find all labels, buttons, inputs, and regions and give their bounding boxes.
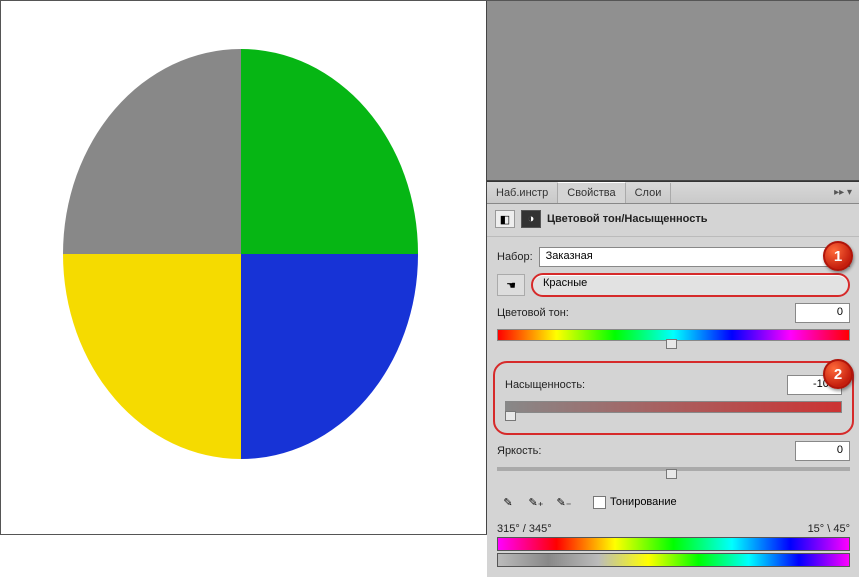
document-background (487, 1, 859, 181)
tab-layers[interactable]: Слои (626, 183, 672, 203)
panel-body: Набор: Заказная ☚ Красные Цветовой тон: … (487, 237, 859, 577)
range-readout: 315° / 345° 15° \ 45° (497, 523, 850, 535)
panel-header: ◧ ◑ Цветовой тон/Насыщенность (487, 204, 859, 237)
tab-tools[interactable]: Наб.инстр (487, 183, 558, 203)
spectrum-top[interactable] (497, 537, 850, 551)
eyedropper-add-icon[interactable]: ✎₊ (525, 491, 547, 513)
callout-2: 2 (823, 359, 853, 389)
colorize-label: Тонирование (610, 496, 677, 508)
range-right: 15° \ 45° (808, 523, 850, 535)
hue-input[interactable]: 0 (795, 303, 850, 323)
quarter-yellow (63, 254, 241, 459)
saturation-label: Насыщенность: (505, 379, 585, 391)
lightness-slider[interactable] (497, 467, 850, 481)
properties-panel: Наб.инстр Свойства Слои ▸▸ ▾ ◧ ◑ Цветово… (487, 181, 859, 577)
panel-tabs: Наб.инстр Свойства Слои ▸▸ ▾ (487, 182, 859, 204)
eyedropper-row: ✎ ✎₊ ✎₋ Тонирование (497, 491, 850, 513)
lightness-input[interactable]: 0 (795, 441, 850, 461)
saturation-group: Насыщенность: -100 (493, 361, 854, 435)
right-column: Наб.инстр Свойства Слои ▸▸ ▾ ◧ ◑ Цветово… (486, 1, 859, 534)
eyedropper-subtract-icon[interactable]: ✎₋ (553, 491, 575, 513)
colorize-option[interactable]: Тонирование (593, 496, 677, 509)
saturation-slider[interactable] (505, 401, 842, 423)
preset-dropdown[interactable]: Заказная (539, 247, 850, 267)
callout-1: 1 (823, 241, 853, 271)
quarter-gray (63, 49, 241, 254)
panel-menu-icon[interactable]: ▸▸ ▾ (826, 183, 859, 202)
preset-label: Набор: (497, 251, 533, 263)
adjustment-icon[interactable]: ◧ (495, 210, 515, 228)
targeted-adjust-icon[interactable]: ☚ (497, 274, 525, 296)
range-left: 315° / 345° (497, 523, 552, 535)
colorize-checkbox[interactable] (593, 496, 606, 509)
mask-icon[interactable]: ◑ (521, 210, 541, 228)
panel-title: Цветовой тон/Насыщенность (547, 213, 708, 225)
tab-properties[interactable]: Свойства (558, 182, 625, 203)
hue-label: Цветовой тон: (497, 307, 569, 319)
color-circle (63, 49, 418, 459)
lightness-label: Яркость: (497, 445, 541, 457)
hue-slider[interactable] (497, 329, 850, 351)
quarter-green (241, 49, 419, 254)
quarter-blue (241, 254, 419, 459)
canvas-area (1, 1, 486, 534)
spectrum-bottom[interactable] (497, 553, 850, 567)
color-range-dropdown[interactable]: Красные (531, 273, 850, 297)
eyedropper-icon[interactable]: ✎ (497, 491, 519, 513)
